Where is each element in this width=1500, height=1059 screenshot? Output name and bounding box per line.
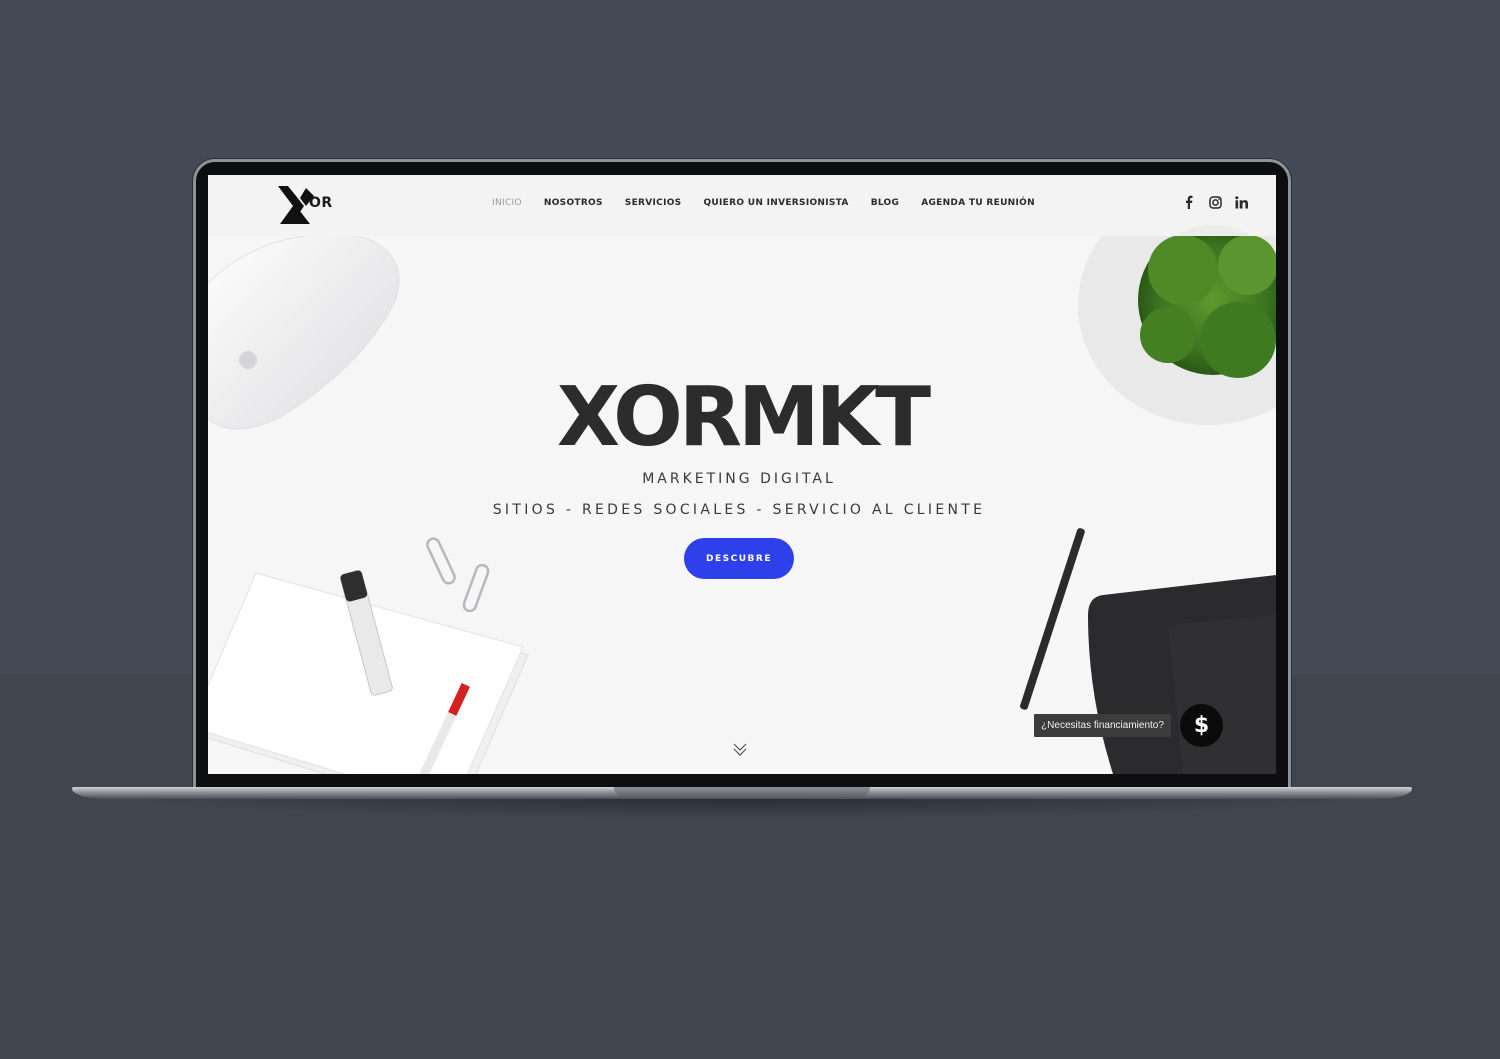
financing-label[interactable]: ¿Necesitas financiamiento? xyxy=(1034,714,1171,737)
descubre-button[interactable]: DESCUBRE xyxy=(684,538,794,579)
hero-tagline: SITIOS - REDES SOCIALES - SERVICIO AL CL… xyxy=(492,502,986,518)
facebook-icon[interactable] xyxy=(1182,194,1196,210)
financing-dollar-button[interactable]: $ xyxy=(1180,704,1223,747)
stylus-image xyxy=(1020,528,1085,710)
laptop-shadow xyxy=(110,797,1380,819)
website-screen: OR INICIO NOSOTROS SERVICIOS QUIERO UN I… xyxy=(208,175,1276,774)
instagram-icon[interactable] xyxy=(1208,194,1222,210)
hero-subtitle: MARKETING DIGITAL xyxy=(642,471,836,487)
nav-inicio[interactable]: INICIO xyxy=(492,198,522,208)
nav-agenda[interactable]: AGENDA TU REUNIÓN xyxy=(921,198,1035,208)
nav-nosotros[interactable]: NOSOTROS xyxy=(544,198,603,208)
nav-blog[interactable]: BLOG xyxy=(871,198,900,208)
drawing-tablet-image xyxy=(1088,575,1276,774)
logo-wordmark: OR xyxy=(309,195,333,211)
social-links xyxy=(1182,194,1248,210)
paperclip-image xyxy=(426,537,490,613)
linkedin-icon[interactable] xyxy=(1234,194,1248,210)
double-chevron-down-icon[interactable] xyxy=(732,741,748,757)
hero-title: XORMKT xyxy=(556,370,931,465)
nav-inversionista[interactable]: QUIERO UN INVERSIONISTA xyxy=(703,198,848,208)
nav-servicios[interactable]: SERVICIOS xyxy=(625,198,682,208)
site-header: OR INICIO NOSOTROS SERVICIOS QUIERO UN I… xyxy=(208,175,1276,236)
laptop-notch xyxy=(614,787,870,797)
main-nav: INICIO NOSOTROS SERVICIOS QUIERO UN INVE… xyxy=(492,198,1035,208)
